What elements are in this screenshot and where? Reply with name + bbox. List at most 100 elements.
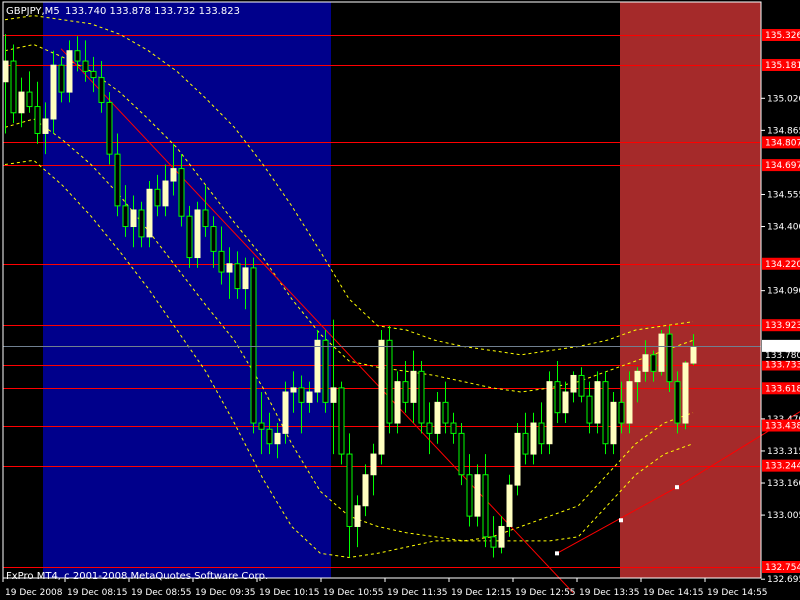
- x-tick-label: 19 Dec 08:55: [131, 588, 192, 598]
- candle-body-bull: [594, 381, 601, 424]
- candle-body-bear: [338, 387, 345, 455]
- candle-body-bear: [82, 60, 89, 72]
- level-label: 133.244: [765, 462, 800, 472]
- candle-body-bear: [250, 267, 257, 424]
- candle: [682, 360, 689, 430]
- candle-body-bull: [506, 484, 513, 527]
- candle-body-bull: [42, 118, 49, 134]
- x-tick-label: 19 Dec 10:15: [259, 588, 320, 598]
- candle-body-bear: [10, 60, 17, 114]
- candle-body-bull: [474, 474, 481, 517]
- candle: [338, 381, 345, 465]
- candle-body-bear: [298, 387, 305, 403]
- y-tick-label: 134.865: [767, 126, 800, 136]
- candle-body-bull: [370, 453, 377, 476]
- level-label: 135.326: [765, 31, 800, 41]
- candle-body-bull: [274, 432, 281, 445]
- candle-body-bear: [210, 226, 217, 252]
- candle-body-bull: [410, 370, 417, 403]
- candle-body-bull: [50, 64, 57, 120]
- candle: [250, 257, 257, 434]
- candle-body-bull: [634, 370, 641, 383]
- candle-body-bear: [58, 64, 65, 93]
- candle: [666, 325, 673, 393]
- level-label: 134.220: [765, 260, 800, 270]
- candle-body-bear: [234, 263, 241, 290]
- candle-body-bear: [346, 453, 353, 527]
- trendline-marker: [619, 518, 623, 523]
- candle-body-bull: [658, 333, 665, 372]
- level-label: 134.697: [765, 161, 800, 171]
- candle: [146, 181, 153, 248]
- candle-body-bear: [522, 432, 529, 455]
- candle-body-bull: [690, 346, 697, 364]
- y-tick-label: 134.090: [767, 287, 800, 297]
- candle-body-bear: [186, 215, 193, 259]
- candle-body-bull: [498, 525, 505, 548]
- candle-body-bull: [626, 381, 633, 424]
- candle-body-bear: [258, 422, 265, 430]
- candle-body-bear: [554, 381, 561, 414]
- candle-body-bear: [154, 188, 161, 207]
- candle-body-bear: [538, 422, 545, 445]
- candle-body-bull: [610, 401, 617, 445]
- candle-body-bear: [322, 339, 329, 403]
- x-tick-label: 19 Dec 11:35: [387, 588, 448, 598]
- candle-body-bear: [202, 209, 209, 228]
- candle: [658, 329, 665, 376]
- candle-body-bull: [242, 267, 249, 290]
- candle-body-bear: [578, 374, 585, 397]
- chart-title-symbol: GBPJPY,M5: [6, 6, 60, 17]
- candle-body-bear: [138, 209, 145, 238]
- candle-body-bear: [386, 339, 393, 424]
- candle-body-bear: [490, 536, 497, 548]
- candle-body-bear: [602, 381, 609, 445]
- candle-body-bull: [290, 387, 297, 393]
- trendline-marker: [675, 485, 679, 490]
- x-tick-label: 19 Dec 2008: [5, 588, 63, 598]
- price-chart[interactable]: 135.020 134.865 134.555 134.400 134.090 133.4…: [0, 0, 800, 600]
- candle-body-bull: [354, 505, 361, 527]
- candle: [514, 423, 521, 496]
- x-tick-label: 19 Dec 14:15: [643, 588, 704, 598]
- candle-body-bull: [314, 339, 321, 393]
- candle-body-bull: [530, 422, 537, 455]
- candle-body-bull: [562, 391, 569, 414]
- candle: [106, 92, 113, 165]
- candle-body-bull: [514, 432, 521, 486]
- x-tick-label: 19 Dec 08:15: [67, 588, 128, 598]
- x-tick-label: 19 Dec 10:55: [323, 588, 384, 598]
- y-tick-label: 134.400: [767, 223, 800, 233]
- candle-body-bull: [306, 391, 313, 403]
- candle-body-bear: [106, 101, 113, 155]
- candle-body-bear: [34, 106, 41, 134]
- candle-body-bull: [330, 387, 337, 403]
- candle-body-bear: [90, 70, 97, 79]
- session-zone-afternoon: [620, 2, 761, 578]
- candle-body-bull: [362, 474, 369, 507]
- candle: [602, 371, 609, 455]
- candle-body-bear: [458, 432, 465, 476]
- candle-body-bear: [466, 474, 473, 517]
- level-label: 132.754: [765, 563, 800, 573]
- y-tick-label: 132.695: [767, 575, 800, 585]
- candle-body-bull: [162, 180, 169, 207]
- candle-body-bear: [266, 428, 273, 445]
- y-tick-label: 135.020: [767, 94, 800, 104]
- candle-body-bear: [674, 381, 681, 424]
- candle-body-bull: [18, 91, 25, 114]
- candle-body-bull: [226, 263, 233, 273]
- trendline-marker: [555, 551, 559, 556]
- candle-body-bull: [146, 188, 153, 238]
- x-tick-label: 19 Dec 12:55: [515, 588, 576, 598]
- level-label: 133.438: [765, 422, 800, 432]
- candle-body-bull: [642, 354, 649, 372]
- candle-body-bear: [666, 333, 673, 383]
- candle: [194, 201, 201, 268]
- candle: [314, 329, 321, 403]
- candle-body-bear: [98, 77, 105, 103]
- level-label: 133.733: [765, 361, 800, 371]
- candle-body-bear: [618, 401, 625, 424]
- x-tick-label: 19 Dec 14:55: [707, 588, 768, 598]
- candle: [378, 329, 385, 465]
